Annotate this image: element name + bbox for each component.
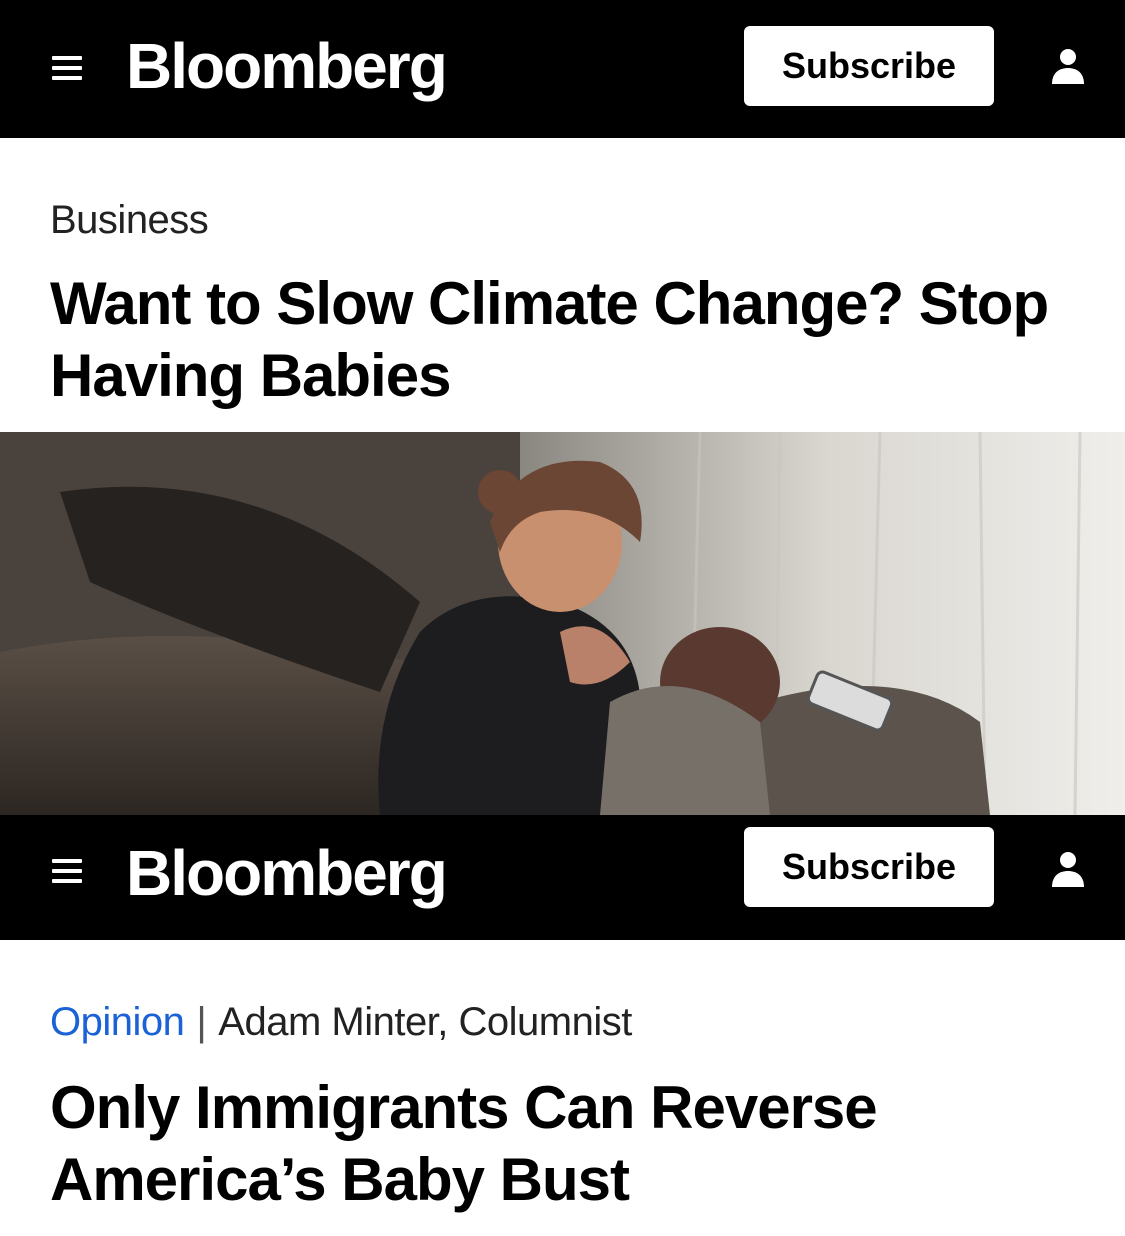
top-navigation-bar: Bloomberg Subscribe <box>0 0 1125 138</box>
subscribe-button[interactable]: Subscribe <box>744 827 994 907</box>
article-headline[interactable]: Only Immigrants Can Reverse America’s Ba… <box>50 1072 1090 1216</box>
section-business[interactable]: Business <box>50 198 209 242</box>
mother-feeding-baby-image <box>0 432 1125 815</box>
article-card-opinion[interactable]: Opinion | Adam Minter, Columnist Only Immi… <box>0 940 1125 1236</box>
author-byline[interactable]: Adam Minter, Columnist <box>218 1000 632 1044</box>
hamburger-menu-icon[interactable] <box>52 56 82 80</box>
section-opinion[interactable]: Opinion <box>50 1000 185 1044</box>
article-headline[interactable]: Want to Slow Climate Change? Stop Having… <box>50 268 1090 412</box>
kicker-separator: | <box>196 1000 207 1044</box>
article-card-business[interactable]: Business Want to Slow Climate Change? St… <box>0 138 1125 432</box>
top-navigation-bar-secondary: Bloomberg Subscribe <box>0 815 1125 940</box>
section-label: Opinion | Adam Minter, Columnist <box>50 1000 632 1045</box>
hamburger-menu-icon[interactable] <box>52 859 82 883</box>
subscribe-button[interactable]: Subscribe <box>744 26 994 106</box>
article-hero-photo[interactable] <box>0 432 1125 815</box>
bloomberg-logo[interactable]: Bloomberg <box>126 841 448 905</box>
bloomberg-logo[interactable]: Bloomberg <box>126 34 448 98</box>
section-label[interactable]: Business <box>50 198 209 243</box>
user-account-icon[interactable] <box>1048 849 1088 889</box>
user-account-icon[interactable] <box>1048 46 1088 86</box>
